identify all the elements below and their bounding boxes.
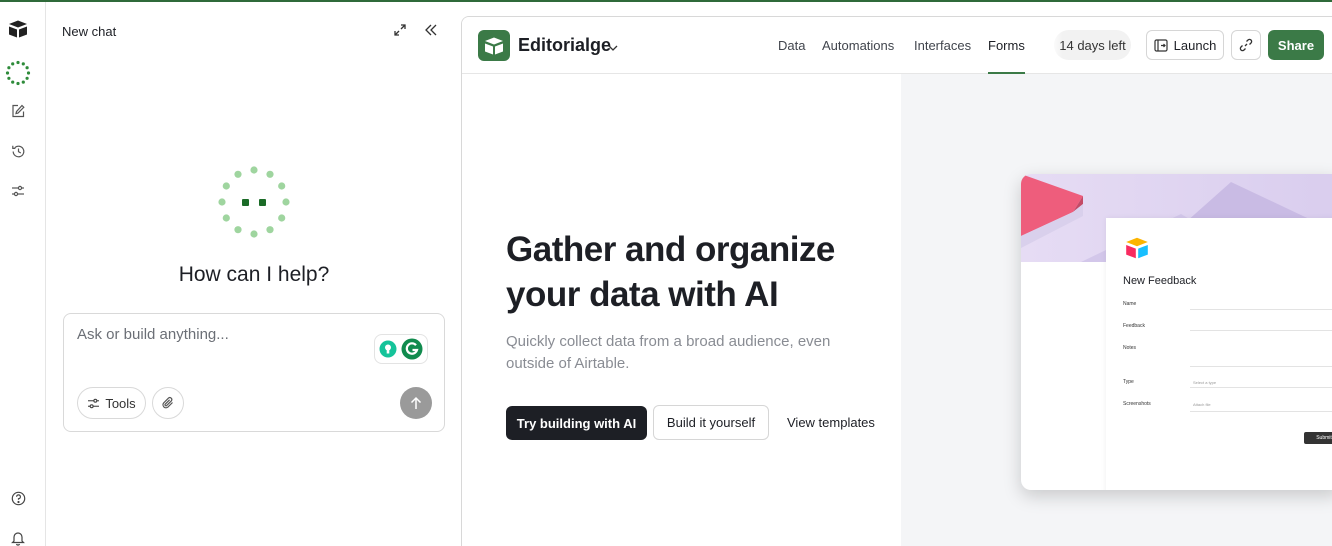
app-rail [0, 2, 46, 546]
chevron-down-icon[interactable] [607, 40, 619, 51]
form-field-label: Type [1123, 379, 1134, 385]
form-preview-body: New Feedback Name Feedback Notes Type Se… [1106, 218, 1332, 490]
form-field-input [1190, 387, 1332, 388]
view-templates-link[interactable]: View templates [787, 415, 875, 430]
forms-intro: Gather and organize your data with AI Qu… [462, 74, 901, 546]
launch-button-label: Launch [1173, 37, 1217, 53]
bell-icon[interactable] [7, 527, 29, 546]
base-workspace: Editorialge Data Automations Interfaces … [461, 16, 1332, 546]
edit-icon[interactable] [7, 100, 29, 122]
copy-link-button[interactable] [1231, 30, 1261, 60]
paperclip-icon [162, 397, 173, 409]
base-topbar: Editorialge Data Automations Interfaces … [462, 17, 1332, 74]
form-field-input [1190, 411, 1332, 412]
launch-icon [1154, 38, 1168, 52]
base-logo-icon[interactable] [478, 30, 510, 61]
form-field-label: Notes [1123, 345, 1137, 351]
chat-composer[interactable]: Ask or build anything... Tools [63, 313, 445, 432]
sliders-icon[interactable] [7, 180, 29, 202]
build-it-yourself-button[interactable]: Build it yourself [653, 405, 769, 440]
try-building-with-ai-button[interactable]: Try building with AI [506, 406, 647, 440]
chat-greeting: How can I help? [178, 263, 330, 286]
launch-button[interactable]: Launch [1146, 30, 1224, 60]
form-preview-area: New Feedback Name Feedback Notes Type Se… [901, 74, 1332, 546]
sliders-icon [88, 398, 100, 408]
trial-fade [1049, 29, 1063, 61]
omni-loading-icon [216, 164, 292, 240]
share-button[interactable]: Share [1268, 30, 1324, 60]
attach-button[interactable] [152, 387, 184, 419]
form-submit-button: Submit [1304, 432, 1332, 444]
send-button[interactable] [400, 387, 432, 419]
airtable-logo-icon[interactable] [7, 18, 29, 40]
form-field-input [1190, 309, 1332, 310]
expand-icon[interactable] [392, 22, 408, 38]
chat-title: New chat [62, 24, 117, 39]
trial-badge[interactable]: 14 days left [1054, 30, 1131, 60]
tools-button[interactable]: Tools [77, 387, 146, 419]
form-field-hint: Attach file [1193, 402, 1211, 407]
form-field-input [1190, 366, 1332, 367]
grammarly-icon[interactable] [374, 334, 428, 364]
form-logo-icon [1123, 236, 1151, 265]
form-field-hint: Select a type [1193, 380, 1217, 385]
form-field-input [1190, 330, 1332, 331]
tools-button-label: Tools [105, 395, 136, 411]
tab-data[interactable]: Data [778, 38, 805, 53]
omni-ai-icon[interactable] [5, 60, 31, 86]
form-field-label: Screenshots [1123, 401, 1151, 407]
chat-panel: New chat How can I help? Ask or build an… [46, 2, 460, 546]
tab-automations[interactable]: Automations [822, 38, 894, 53]
form-field-label: Feedback [1123, 323, 1145, 329]
hero-subtext: Quickly collect data from a broad audien… [506, 333, 831, 372]
link-icon [1239, 38, 1253, 52]
history-icon[interactable] [7, 140, 29, 162]
collapse-sidebar-icon[interactable] [422, 22, 440, 38]
form-field-label: Name [1123, 301, 1137, 307]
base-name[interactable]: Editorialge [518, 35, 611, 56]
tab-forms[interactable]: Forms [988, 38, 1025, 53]
form-preview-title: New Feedback [1123, 275, 1197, 287]
hero-headline: Gather and organize your data with AI [506, 230, 835, 314]
help-icon[interactable] [7, 487, 29, 509]
form-preview-card: New Feedback Name Feedback Notes Type Se… [1021, 174, 1332, 490]
chat-input[interactable]: Ask or build anything... [77, 326, 229, 343]
arrow-up-icon [410, 396, 422, 409]
tab-interfaces[interactable]: Interfaces [914, 38, 971, 53]
